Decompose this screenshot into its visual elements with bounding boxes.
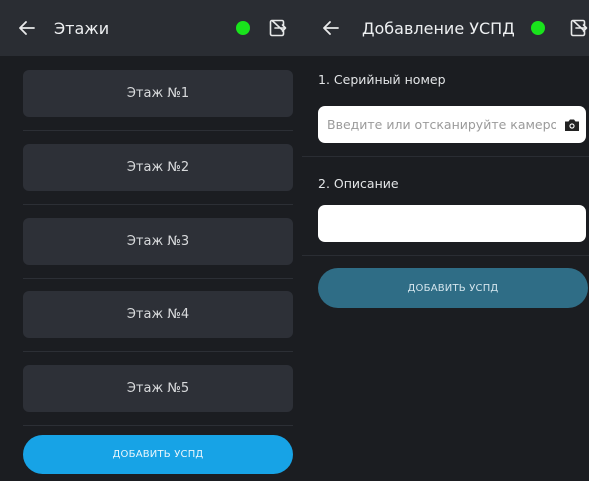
add-device-top-bar: Добавление УСПД	[302, 0, 589, 56]
floor-label: Этаж №5	[126, 381, 190, 396]
logout-icon[interactable]	[569, 18, 589, 38]
floor-label: Этаж №3	[126, 234, 190, 249]
status-dot-icon	[236, 21, 250, 35]
floor-item-4[interactable]: Этаж №4	[23, 291, 293, 338]
add-uspd-button[interactable]: ДОБАВИТЬ УСПД	[318, 268, 588, 308]
add-device-screen: Добавление УСПД 1. Серийный номер 2. Опи…	[302, 0, 589, 481]
divider	[23, 278, 293, 279]
floors-top-bar: Этажи	[0, 0, 302, 56]
divider	[302, 156, 589, 157]
divider	[23, 351, 293, 352]
page-title: Добавление УСПД	[362, 18, 515, 38]
serial-number-label: 1. Серийный номер	[318, 72, 446, 87]
floor-label: Этаж №2	[126, 160, 190, 175]
floor-item-3[interactable]: Этаж №3	[23, 218, 293, 265]
description-input[interactable]	[318, 205, 586, 242]
floors-screen: Этажи Этаж №1 Этаж №2 Этаж №3 Этаж №4 Эт…	[0, 0, 302, 481]
status-dot-icon	[531, 21, 545, 35]
floor-label: Этаж №4	[126, 307, 190, 322]
floor-item-5[interactable]: Этаж №5	[23, 365, 293, 412]
page-title: Этажи	[54, 18, 110, 38]
app-stage: Этажи Этаж №1 Этаж №2 Этаж №3 Этаж №4 Эт…	[0, 0, 589, 481]
divider	[23, 130, 293, 131]
description-label: 2. Описание	[318, 176, 399, 191]
arrow-left-icon[interactable]	[18, 19, 36, 37]
floor-item-2[interactable]: Этаж №2	[23, 144, 293, 191]
floor-item-1[interactable]: Этаж №1	[23, 70, 293, 117]
divider	[23, 425, 293, 426]
logout-icon[interactable]	[268, 18, 288, 38]
camera-icon[interactable]	[564, 118, 580, 132]
add-uspd-button[interactable]: ДОБАВИТЬ УСПД	[23, 435, 293, 474]
arrow-left-icon[interactable]	[322, 19, 340, 37]
serial-number-input[interactable]	[318, 106, 586, 143]
divider	[302, 255, 589, 256]
divider	[23, 204, 293, 205]
floor-label: Этаж №1	[126, 86, 190, 101]
